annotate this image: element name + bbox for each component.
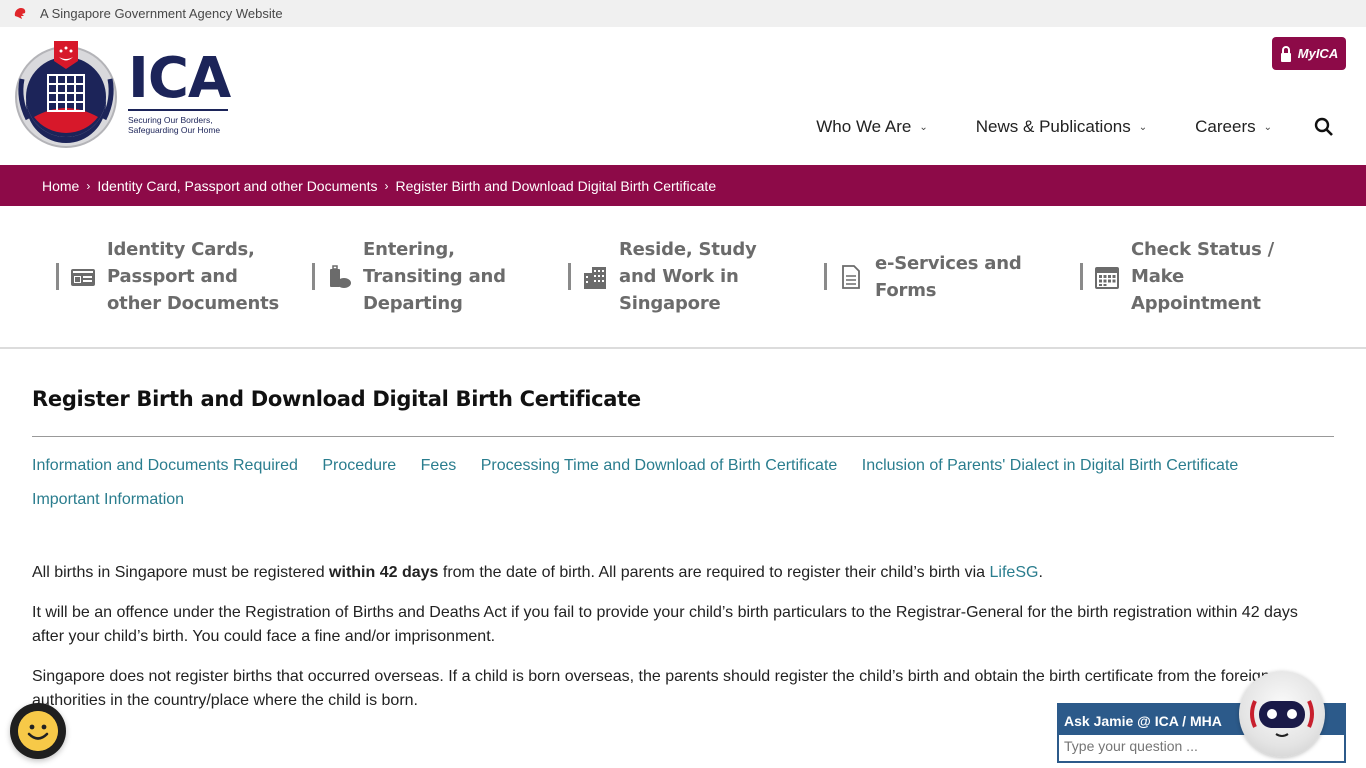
anchor-fees[interactable]: Fees — [421, 457, 457, 474]
chevron-down-icon: ⌄ — [1263, 121, 1272, 133]
nav-label: Careers — [1195, 117, 1256, 136]
quick-link-label: Check Status / Make Appointment — [1131, 239, 1275, 314]
paragraph-offence: It will be an offence under the Registra… — [32, 604, 1298, 645]
calendar-icon — [1095, 266, 1119, 289]
main-nav: Who We Are ⌄ News & Publications ⌄ Caree… — [816, 117, 1334, 137]
id-card-icon — [71, 268, 95, 286]
building-icon — [584, 266, 606, 289]
quick-link-entering[interactable]: Entering, Transiting and Departing — [312, 236, 568, 317]
site-header: ICA Securing Our Borders, Safeguarding O… — [0, 27, 1366, 165]
gov-masthead: A Singapore Government Agency Website — [0, 0, 1366, 27]
p1-end: . — [1038, 564, 1043, 581]
anchor-processing-time[interactable]: Processing Time and Download of Birth Ce… — [481, 457, 838, 474]
logo-tagline-1: Securing Our Borders, — [128, 115, 213, 125]
quick-link-reside[interactable]: Reside, Study and Work in Singapore — [568, 236, 824, 317]
p1-text: All births in Singapore must be register… — [32, 564, 330, 581]
nav-who-we-are[interactable]: Who We Are ⌄ — [816, 117, 928, 137]
quick-link-identity-cards[interactable]: Identity Cards, Passport and other Docum… — [56, 236, 312, 317]
divider — [56, 263, 59, 290]
document-icon — [842, 264, 860, 289]
logo-text: ICA — [128, 46, 231, 111]
myica-label: MyICA — [1297, 46, 1339, 61]
page-title: Register Birth and Download Digital Birt… — [32, 387, 641, 411]
ica-seal-icon — [15, 41, 117, 148]
anchor-parents-dialect[interactable]: Inclusion of Parents' Dialect in Digital… — [862, 457, 1239, 474]
lifesg-link[interactable]: LifeSG — [990, 564, 1039, 581]
anchor-important-information[interactable]: Important Information — [32, 491, 184, 508]
feedback-button[interactable] — [10, 703, 66, 759]
divider — [568, 263, 571, 290]
myica-button[interactable]: MyICA — [1272, 37, 1346, 70]
anchor-information-documents[interactable]: Information and Documents Required — [32, 457, 298, 474]
masthead-text: A Singapore Government Agency Website — [40, 6, 283, 21]
quick-link-eservices[interactable]: e-Services and Forms — [824, 250, 1080, 304]
logo-tagline-2: Safeguarding Our Home — [128, 125, 221, 135]
ica-logo[interactable]: ICA Securing Our Borders, Safeguarding O… — [12, 39, 231, 149]
quick-link-label: Reside, Study and Work in Singapore — [619, 239, 757, 314]
section-anchors: Information and Documents Required Proce… — [32, 449, 1334, 517]
chevron-down-icon: ⌄ — [919, 121, 928, 133]
logo-rule — [128, 109, 228, 111]
breadcrumb: Home › Identity Card, Passport and other… — [0, 165, 1366, 206]
quick-links: Identity Cards, Passport and other Docum… — [0, 206, 1366, 349]
anchor-procedure[interactable]: Procedure — [322, 457, 396, 474]
smiley-icon — [18, 711, 58, 751]
chevron-right-icon: › — [86, 178, 91, 193]
lion-head-icon — [14, 7, 26, 19]
divider — [312, 263, 315, 290]
breadcrumb-documents[interactable]: Identity Card, Passport and other Docume… — [97, 178, 377, 194]
p1-text-2: from the date of birth. All parents are … — [438, 564, 990, 581]
breadcrumb-home[interactable]: Home — [42, 178, 79, 194]
search-icon[interactable] — [1314, 117, 1334, 137]
luggage-icon — [330, 264, 351, 288]
chatbot-avatar[interactable] — [1239, 671, 1325, 757]
nav-label: Who We Are — [816, 117, 912, 136]
chevron-right-icon: › — [384, 178, 389, 193]
divider — [824, 263, 827, 290]
p1-bold: within 42 days — [329, 564, 439, 581]
robot-icon — [1250, 700, 1314, 737]
nav-label: News & Publications — [975, 117, 1131, 136]
quick-link-label: e-Services and Forms — [875, 252, 1022, 301]
breadcrumb-current: Register Birth and Download Digital Birt… — [395, 177, 717, 194]
lock-icon — [1280, 45, 1291, 62]
nav-news-publications[interactable]: News & Publications ⌄ — [976, 117, 1147, 137]
quick-link-label: Entering, Transiting and Departing — [363, 239, 506, 314]
quick-link-check-status[interactable]: Check Status / Make Appointment — [1080, 236, 1336, 317]
title-divider — [32, 436, 1334, 437]
chevron-down-icon: ⌄ — [1138, 121, 1148, 133]
paragraph-registration-deadline: All births in Singapore must be register… — [32, 561, 1334, 585]
main-content: Register Birth and Download Digital Birt… — [0, 387, 1366, 713]
nav-careers[interactable]: Careers ⌄ — [1195, 117, 1272, 137]
divider — [1080, 263, 1083, 290]
quick-link-label: Identity Cards, Passport and other Docum… — [107, 239, 280, 314]
